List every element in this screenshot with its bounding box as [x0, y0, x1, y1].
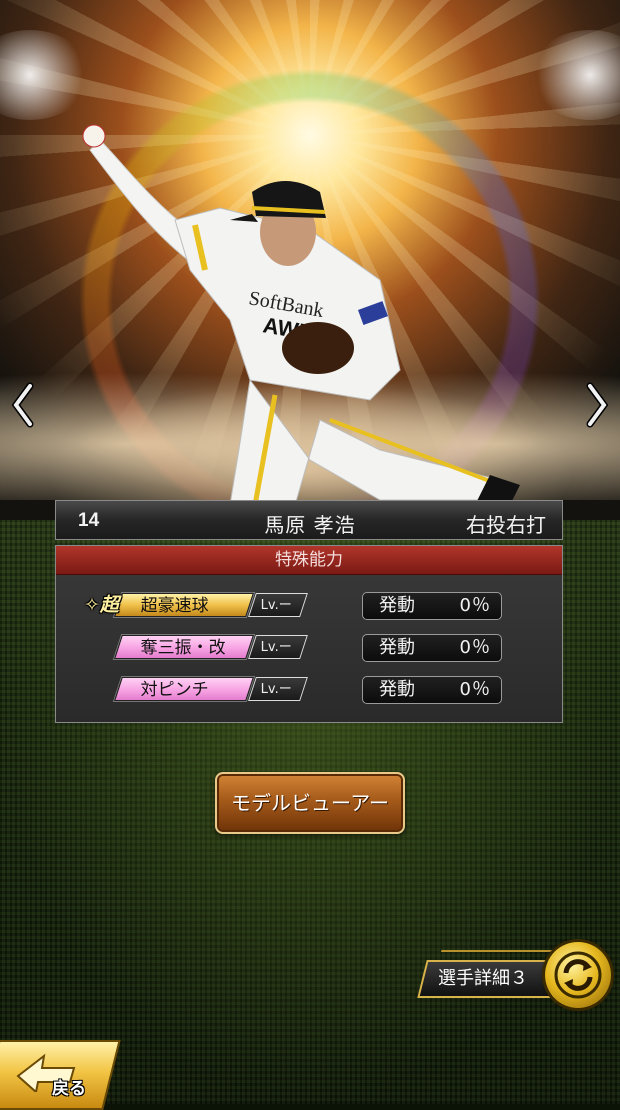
ability-row[interactable]: 対ピンチ Lv.ー 発動 0％	[56, 675, 564, 705]
player-image: SoftBank AWKS	[82, 124, 520, 506]
player-detail-button[interactable]: 選手詳細３	[417, 960, 563, 998]
activation-rate-box: 発動 0％	[362, 592, 502, 620]
chevron-left-icon	[11, 382, 34, 428]
ability-tag: 超豪速球	[114, 593, 254, 617]
ability-tag: 対ピンチ	[114, 677, 254, 701]
ability-name: 対ピンチ	[140, 680, 209, 700]
next-player-button[interactable]	[582, 380, 612, 430]
chevron-right-icon	[586, 382, 609, 428]
player-detail-label: 選手詳細３	[438, 968, 528, 989]
back-label: 戻る	[52, 1079, 86, 1099]
ability-level: Lv.ー	[248, 635, 308, 659]
prev-player-button[interactable]	[8, 380, 38, 430]
switch-view-button[interactable]	[545, 942, 611, 1008]
activation-rate: 0％	[459, 637, 491, 658]
panel-title: 特殊能力	[56, 546, 562, 575]
activation-label: 発動	[379, 679, 415, 700]
player-name-bar: 馬原 孝浩 14 右投右打	[55, 500, 563, 540]
activation-label: 発動	[379, 595, 415, 616]
handedness: 右投右打	[466, 513, 546, 537]
activation-rate: 0％	[459, 595, 491, 616]
activation-rate-box: 発動 0％	[362, 676, 502, 704]
activation-label: 発動	[379, 637, 415, 658]
ability-row[interactable]: 奪三振・改 Lv.ー 発動 0％	[56, 633, 564, 663]
ability-name: 奪三振・改	[140, 638, 226, 658]
activation-rate: 0％	[459, 679, 491, 700]
model-viewer-button[interactable]: モデルビューアー	[215, 772, 405, 834]
ability-level: Lv.ー	[248, 593, 308, 617]
special-abilities-panel: 特殊能力 ✧超 超豪速球 Lv.ー 発動 0％ 奪三振・改 Lv.ー 発動 0％…	[55, 545, 563, 723]
super-badge-icon: ✧超	[84, 594, 119, 616]
ability-name: 超豪速球	[140, 596, 209, 616]
ability-row[interactable]: ✧超 超豪速球 Lv.ー 発動 0％	[56, 591, 564, 621]
ability-tag: 奪三振・改	[114, 635, 254, 659]
refresh-arrows-icon	[554, 951, 602, 999]
activation-rate-box: 発動 0％	[362, 634, 502, 662]
uniform-number: 14	[78, 510, 100, 531]
ability-level: Lv.ー	[248, 677, 308, 701]
